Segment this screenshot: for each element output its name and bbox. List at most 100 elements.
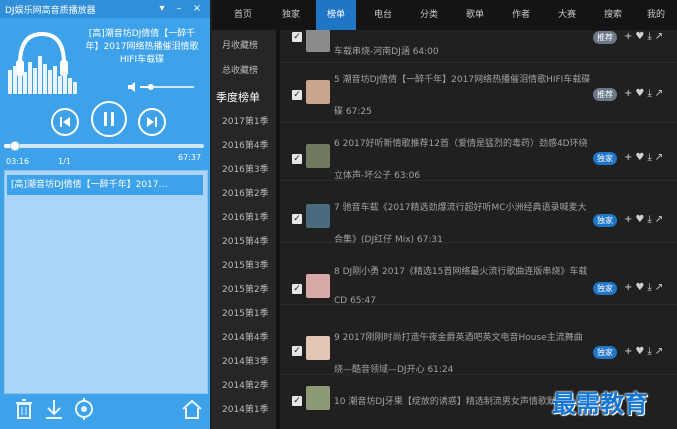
download-icon[interactable]: ⤓ [647, 88, 654, 99]
progress-bar[interactable] [4, 141, 204, 151]
add-icon[interactable]: + [624, 282, 635, 293]
status-badge: 独家 [593, 282, 617, 295]
song-row[interactable]: ✓ 6 2017好听新情歌推荐12首（爱情是猛烈的毒药）劲感4D环绕 立体声-坏… [280, 122, 677, 181]
add-icon[interactable]: + [624, 152, 635, 163]
playlist-item[interactable]: [高]潮音坊DJ倩倩【一醉千年】2017… [7, 175, 203, 195]
next-button[interactable] [138, 108, 166, 136]
song-subtitle: 烧—酷音领域—DJ开心 61:24 [334, 365, 454, 375]
row-checkbox[interactable]: ✓ [292, 346, 302, 356]
volume-slider[interactable] [126, 82, 196, 92]
heart-icon[interactable]: ♥ [635, 346, 647, 357]
tab-artists[interactable]: 作者 [500, 0, 542, 30]
download-icon[interactable]: ⤓ [647, 214, 654, 225]
sidebar-item[interactable]: 2016第3季 [212, 158, 276, 182]
sidebar-item[interactable]: 2015第2季 [212, 278, 276, 302]
sidebar-item[interactable]: 总收藏榜 [212, 59, 276, 83]
song-thumbnail [306, 204, 330, 228]
row-checkbox[interactable]: ✓ [292, 154, 302, 164]
tab-radio[interactable]: 电台 [362, 0, 404, 30]
tab-charts[interactable]: 榜单 [316, 0, 356, 30]
row-checkbox[interactable]: ✓ [292, 284, 302, 294]
heart-icon[interactable]: ♥ [635, 152, 647, 163]
headphone-equalizer-icon [8, 31, 77, 94]
now-playing-title: [高]潮音坊DJ倩倩【一醉千年】2017网络热播催泪情歌HIFI车载碟 [85, 29, 199, 65]
row-checkbox[interactable]: ✓ [292, 90, 302, 100]
sidebar-item[interactable]: 2014第1季 [212, 398, 276, 422]
tab-category[interactable]: 分类 [408, 0, 450, 30]
add-icon[interactable]: + [624, 88, 635, 99]
tab-home[interactable]: 首页 [222, 0, 264, 30]
song-title[interactable]: 9 2017刚刚时尚打造午夜金爵英酒吧英文电音House主流舞曲 [334, 330, 604, 343]
song-title[interactable]: 7 驰音车载《2017精选劲爆流行超好听MC小洲经典语录喊麦大 [334, 200, 604, 213]
sidebar-item[interactable]: 2014第3季 [212, 350, 276, 374]
sidebar-item[interactable]: 月收藏榜 [212, 34, 276, 58]
trash-icon[interactable] [12, 398, 36, 422]
song-subtitle: 合集》(DJ红仔 Mix) 67:31 [334, 235, 443, 245]
row-checkbox[interactable]: ✓ [292, 214, 302, 224]
download-icon[interactable]: ⤓ [647, 346, 654, 357]
sidebar-item-active[interactable]: 季度榜单 [212, 86, 276, 110]
row-actions: +♥⤓↗ [624, 88, 676, 99]
locate-icon[interactable] [72, 398, 96, 422]
previous-button[interactable] [51, 108, 79, 136]
row-checkbox[interactable]: ✓ [292, 32, 302, 42]
song-list: ✓ 车载串烧-河南DJ涵 64:00 推荐 +♥⤓↗ ✓ 5 潮音坊DJ倩倩【一… [280, 30, 677, 429]
home-icon[interactable] [180, 398, 204, 422]
share-icon[interactable]: ↗ [655, 282, 666, 293]
minimize-icon[interactable]: – [173, 2, 185, 15]
song-row[interactable]: ✓ 9 2017刚刚时尚打造午夜金爵英酒吧英文电音House主流舞曲 烧—酷音领… [280, 316, 677, 375]
download-icon[interactable]: ⤓ [647, 282, 654, 293]
add-icon[interactable]: + [624, 31, 635, 42]
share-icon[interactable]: ↗ [655, 214, 666, 225]
sidebar-item[interactable]: 2017第1季 [212, 110, 276, 134]
song-title[interactable]: 5 潮音坊DJ倩倩【一醉千年】2017网络热播催泪情歌HIFI车载碟 [334, 72, 604, 85]
download-icon[interactable]: ⤓ [647, 31, 654, 42]
share-icon[interactable]: ↗ [655, 88, 666, 99]
row-actions: +♥⤓↗ [624, 31, 676, 42]
share-icon[interactable]: ↗ [655, 152, 666, 163]
heart-icon[interactable]: ♥ [635, 31, 647, 42]
sidebar-item[interactable]: 2016第4季 [212, 134, 276, 158]
sidebar-item[interactable]: 2016第1季 [212, 206, 276, 230]
heart-icon[interactable]: ♥ [635, 282, 647, 293]
row-checkbox[interactable]: ✓ [292, 396, 302, 406]
chart-sidebar: 月收藏榜 总收藏榜 季度榜单 2017第1季 2016第4季 2016第3季 2… [212, 30, 276, 429]
song-row[interactable]: ✓ 5 潮音坊DJ倩倩【一醉千年】2017网络热播催泪情歌HIFI车载碟 碟 6… [280, 64, 677, 123]
window-title: DJ娱乐网高音质播放器 [5, 6, 96, 16]
progress-knob[interactable] [10, 141, 20, 151]
dropdown-arrow-icon[interactable]: ▾ [156, 2, 168, 15]
song-row[interactable]: ✓ 车载串烧-河南DJ涵 64:00 推荐 +♥⤓↗ [280, 30, 677, 63]
song-thumbnail [306, 274, 330, 298]
tab-contest[interactable]: 大赛 [546, 0, 588, 30]
song-title[interactable]: 车载串烧-河南DJ涵 64:00 [334, 44, 604, 57]
download-icon[interactable]: ⤓ [647, 152, 654, 163]
sidebar-item[interactable]: 2014第4季 [212, 326, 276, 350]
share-icon[interactable]: ↗ [655, 346, 666, 357]
sidebar-item[interactable]: 2016第2季 [212, 182, 276, 206]
add-icon[interactable]: + [624, 346, 635, 357]
tab-mine[interactable]: 我的 [636, 0, 676, 30]
tab-exclusive[interactable]: 独家 [270, 0, 312, 30]
sidebar-item[interactable]: 2014第2季 [212, 374, 276, 398]
song-title[interactable]: 8 DJ刚小勇 2017《精选15首网络最火流行歌曲连版串烧》车载 [334, 264, 604, 277]
heart-icon[interactable]: ♥ [635, 214, 647, 225]
share-icon[interactable]: ↗ [655, 31, 666, 42]
song-row[interactable]: ✓ 8 DJ刚小勇 2017《精选15首网络最火流行歌曲连版串烧》车载 CD 6… [280, 246, 677, 306]
tab-search[interactable]: 搜索 [592, 0, 634, 30]
pause-button[interactable] [91, 101, 127, 137]
heart-icon[interactable]: ♥ [635, 88, 647, 99]
row-actions: +♥⤓↗ [624, 214, 676, 225]
tab-playlists[interactable]: 歌单 [454, 0, 496, 30]
row-actions: +♥⤓↗ [624, 152, 676, 163]
close-icon[interactable]: × [191, 2, 203, 15]
row-actions: +♥⤓↗ [624, 282, 676, 293]
song-title[interactable]: 6 2017好听新情歌推荐12首（爱情是猛烈的毒药）劲感4D环绕 [334, 136, 604, 149]
sidebar-item[interactable]: 2015第1季 [212, 302, 276, 326]
sidebar-item[interactable]: 2015第3季 [212, 254, 276, 278]
sidebar-item[interactable]: 2015第4季 [212, 230, 276, 254]
download-icon[interactable] [42, 398, 66, 422]
song-thumbnail [306, 386, 330, 410]
add-icon[interactable]: + [624, 214, 635, 225]
song-row[interactable]: ✓ 7 驰音车载《2017精选劲爆流行超好听MC小洲经典语录喊麦大 合集》(DJ… [280, 184, 677, 245]
song-subtitle: 立体声-坏公子 63:06 [334, 171, 421, 181]
